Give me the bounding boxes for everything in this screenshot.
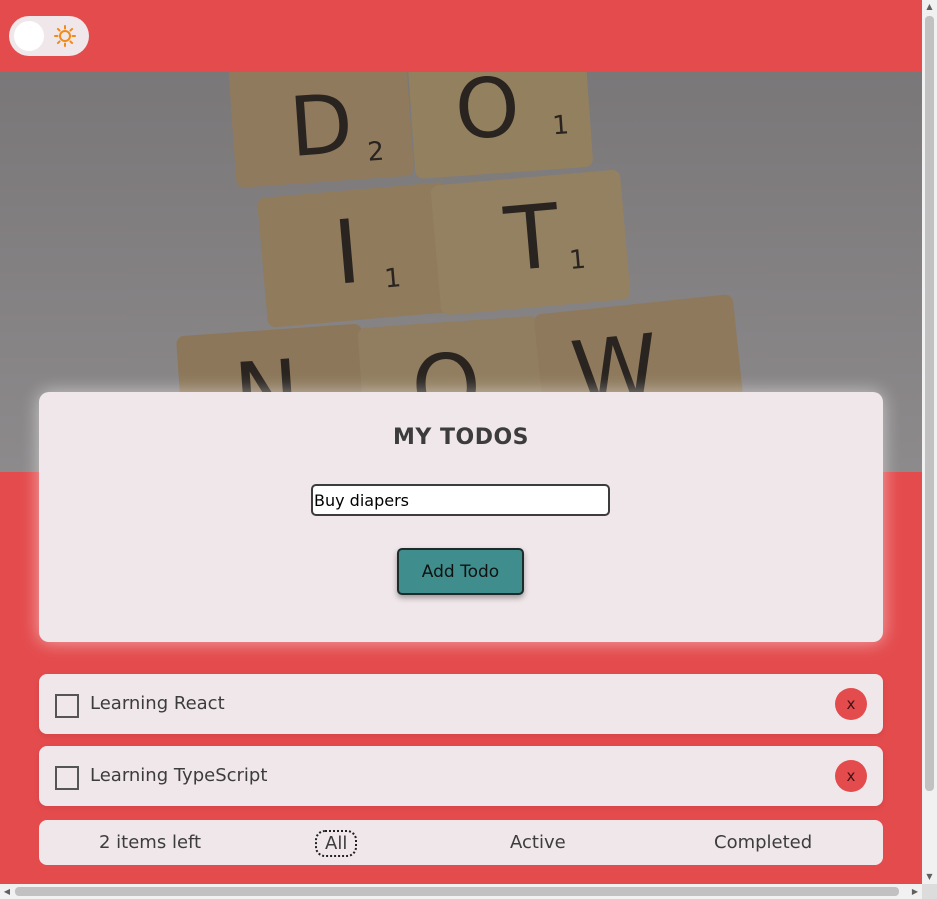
scroll-left-arrow-icon[interactable]: ◀ [0, 884, 14, 899]
todo-form-card: MY TODOS Add Todo [39, 392, 883, 642]
delete-todo-button[interactable]: x [835, 688, 867, 720]
svg-text:1: 1 [568, 245, 587, 276]
filter-active[interactable]: Active [510, 832, 566, 853]
tile-letter: T [500, 184, 565, 291]
svg-text:1: 1 [551, 110, 570, 141]
todo-footer: 2 items left All Active Completed [39, 820, 883, 865]
todo-checkbox[interactable] [55, 694, 79, 718]
todo-label: Learning TypeScript [90, 765, 268, 786]
todo-input[interactable] [311, 484, 610, 516]
add-todo-button[interactable]: Add Todo [397, 548, 524, 595]
filter-completed[interactable]: Completed [714, 832, 812, 853]
vertical-scrollbar[interactable]: ▲ ▼ [922, 0, 937, 884]
svg-text:2: 2 [367, 137, 386, 168]
items-left-count: 2 items left [99, 832, 202, 853]
horizontal-scrollbar[interactable]: ◀ ▶ [0, 884, 922, 899]
todo-item: Learning TypeScript x [39, 746, 883, 806]
scroll-down-arrow-icon[interactable]: ▼ [922, 870, 937, 884]
svg-text:1: 1 [383, 263, 402, 294]
toggle-knob[interactable] [14, 21, 44, 51]
todo-label: Learning React [90, 693, 225, 714]
tile-letter: D [286, 77, 356, 176]
delete-todo-button[interactable]: x [835, 760, 867, 792]
scroll-right-arrow-icon[interactable]: ▶ [908, 884, 922, 899]
app-viewport: D 2 O 1 I 1 T 1 O W MY TODOS Buy diapers… [0, 0, 922, 884]
sun-icon [54, 25, 76, 47]
vertical-scroll-thumb[interactable] [925, 16, 934, 791]
todo-checkbox[interactable] [55, 766, 79, 790]
tile-letter: O [452, 72, 523, 159]
scroll-up-arrow-icon[interactable]: ▲ [922, 0, 937, 14]
filter-all[interactable]: All [315, 830, 358, 857]
horizontal-scroll-thumb[interactable] [15, 887, 899, 896]
theme-toggle[interactable] [9, 16, 89, 56]
scrollbar-corner [922, 884, 937, 899]
page-title: MY TODOS [393, 425, 529, 450]
todo-item: Learning React x [39, 674, 883, 734]
